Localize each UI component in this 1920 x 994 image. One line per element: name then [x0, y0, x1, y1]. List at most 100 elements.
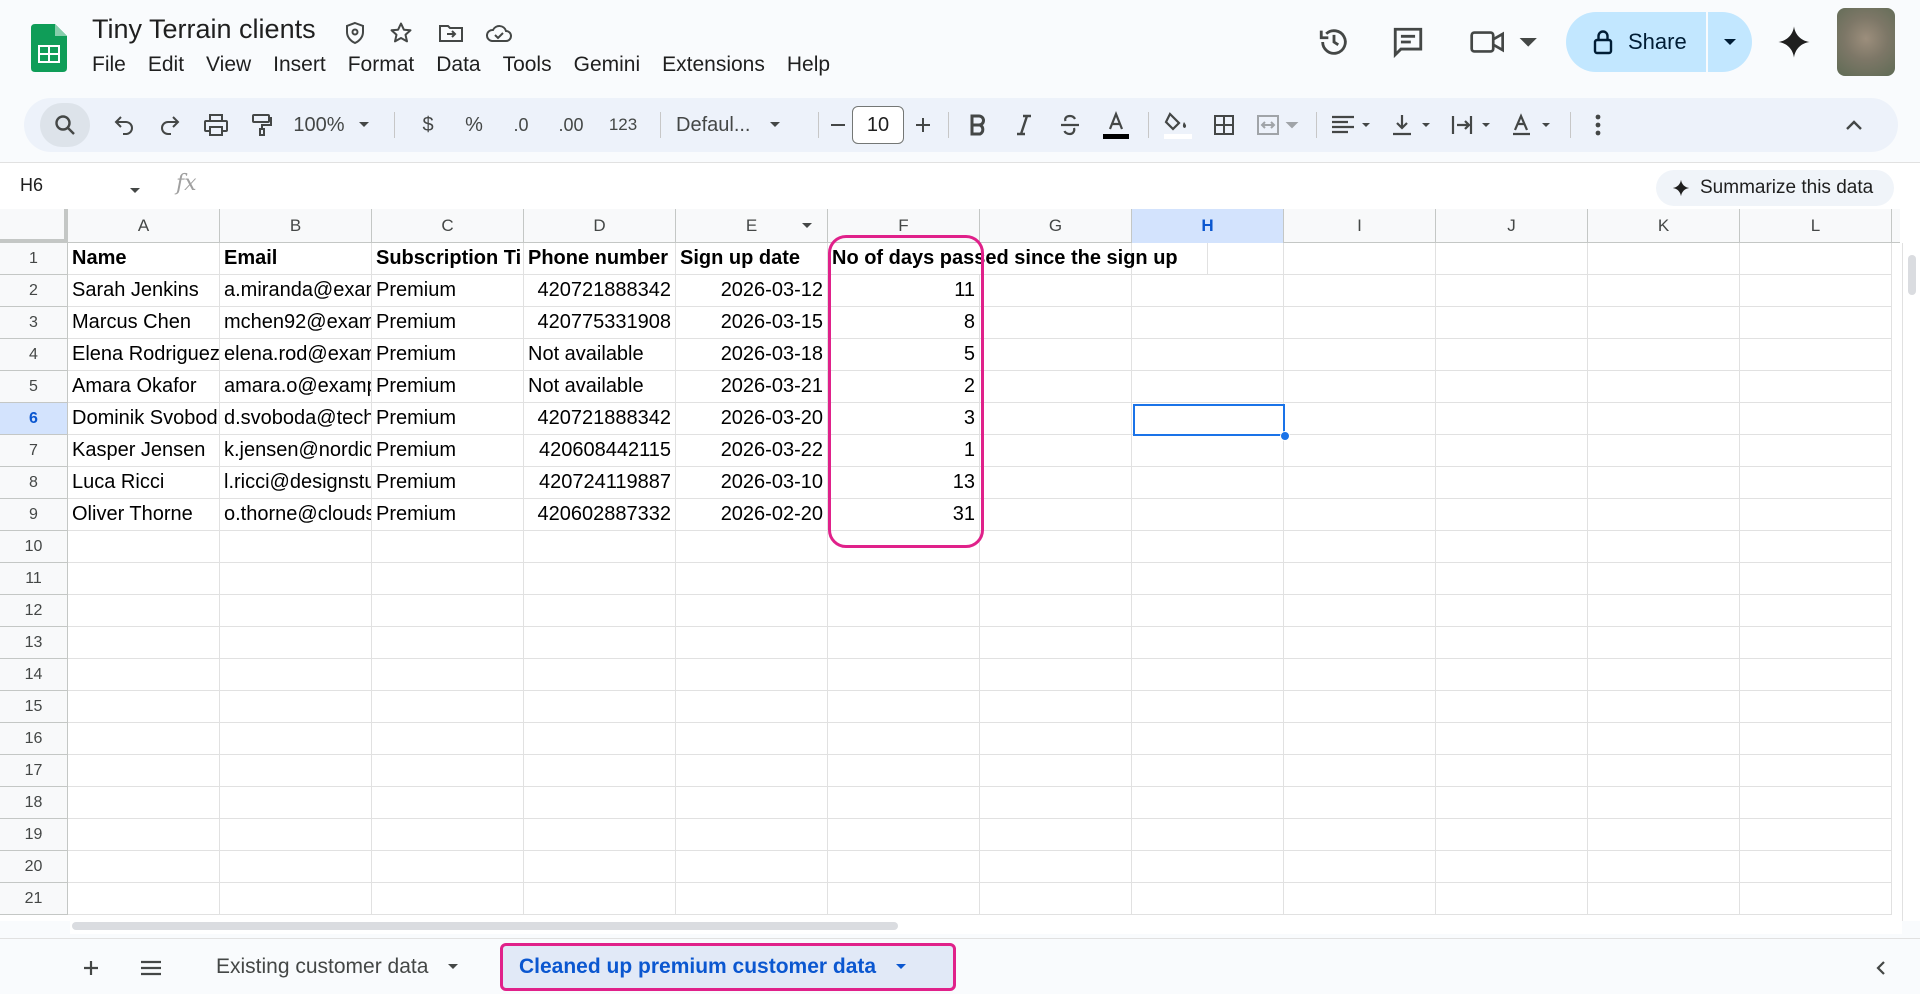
cell-j16[interactable]: [1436, 723, 1588, 755]
italic-icon[interactable]: [1002, 98, 1046, 152]
cell-d5[interactable]: Not available: [524, 371, 676, 403]
cell-b20[interactable]: [220, 851, 372, 883]
cell-a3[interactable]: Marcus Chen: [68, 307, 220, 339]
cell-d4[interactable]: Not available: [524, 339, 676, 371]
cell-i7[interactable]: [1284, 435, 1436, 467]
cell-c19[interactable]: [372, 819, 524, 851]
increase-font-size-icon[interactable]: [908, 98, 938, 152]
zoom-select[interactable]: 100%: [286, 98, 378, 152]
cell-l17[interactable]: [1740, 755, 1892, 787]
cell-h9[interactable]: [1132, 499, 1284, 531]
search-menus-icon[interactable]: [40, 103, 90, 147]
cell-l6[interactable]: [1740, 403, 1892, 435]
cell-f15[interactable]: [828, 691, 980, 723]
cell-a1[interactable]: Name: [68, 243, 220, 275]
cell-b4[interactable]: elena.rod@exam: [220, 339, 372, 371]
collapse-toolbar-icon[interactable]: [1834, 98, 1874, 152]
format-percent-button[interactable]: %: [452, 98, 496, 152]
row-header[interactable]: 20: [0, 851, 68, 883]
cell-d16[interactable]: [524, 723, 676, 755]
cell-l16[interactable]: [1740, 723, 1892, 755]
cell-a2[interactable]: Sarah Jenkins: [68, 275, 220, 307]
cell-g13[interactable]: [980, 627, 1132, 659]
filter-caret-icon[interactable]: [800, 221, 814, 231]
cell-b17[interactable]: [220, 755, 372, 787]
cell-a8[interactable]: Luca Ricci: [68, 467, 220, 499]
cell-d14[interactable]: [524, 659, 676, 691]
borders-icon[interactable]: [1202, 98, 1246, 152]
cell-g8[interactable]: [980, 467, 1132, 499]
cell-i5[interactable]: [1284, 371, 1436, 403]
summarize-data-button[interactable]: Summarize this data: [1656, 170, 1894, 206]
cell-k3[interactable]: [1588, 307, 1740, 339]
cell-f21[interactable]: [828, 883, 980, 915]
cell-i3[interactable]: [1284, 307, 1436, 339]
cell-a10[interactable]: [68, 531, 220, 563]
cell-c17[interactable]: [372, 755, 524, 787]
cell-c11[interactable]: [372, 563, 524, 595]
column-header-j[interactable]: J: [1436, 209, 1588, 243]
cell-l21[interactable]: [1740, 883, 1892, 915]
document-title[interactable]: Tiny Terrain clients: [92, 14, 316, 45]
cell-f5[interactable]: 2: [828, 371, 980, 403]
version-history-icon[interactable]: [1314, 22, 1354, 62]
cell-h10[interactable]: [1132, 531, 1284, 563]
cell-j8[interactable]: [1436, 467, 1588, 499]
cell-j18[interactable]: [1436, 787, 1588, 819]
cell-g10[interactable]: [980, 531, 1132, 563]
cell-k12[interactable]: [1588, 595, 1740, 627]
cloud-saved-icon[interactable]: [484, 18, 514, 48]
cell-j3[interactable]: [1436, 307, 1588, 339]
cell-h20[interactable]: [1132, 851, 1284, 883]
cell-d20[interactable]: [524, 851, 676, 883]
vertical-scrollbar[interactable]: [1902, 243, 1920, 921]
cell-h12[interactable]: [1132, 595, 1284, 627]
cell-e9[interactable]: 2026-02-20: [676, 499, 828, 531]
cell-c9[interactable]: Premium: [372, 499, 524, 531]
horizontal-scroll-thumb[interactable]: [72, 922, 898, 930]
cell-k9[interactable]: [1588, 499, 1740, 531]
cell-i2[interactable]: [1284, 275, 1436, 307]
horizontal-scrollbar[interactable]: [70, 918, 1902, 934]
menu-gemini[interactable]: Gemini: [574, 52, 641, 78]
cell-e10[interactable]: [676, 531, 828, 563]
cell-i16[interactable]: [1284, 723, 1436, 755]
cell-h16[interactable]: [1132, 723, 1284, 755]
row-header[interactable]: 15: [0, 691, 68, 723]
format-currency-button[interactable]: $: [406, 98, 450, 152]
row-header[interactable]: 16: [0, 723, 68, 755]
cell-b18[interactable]: [220, 787, 372, 819]
cell-l15[interactable]: [1740, 691, 1892, 723]
horizontal-align-icon[interactable]: [1324, 98, 1380, 152]
cell-b10[interactable]: [220, 531, 372, 563]
cell-e18[interactable]: [676, 787, 828, 819]
cell-f7[interactable]: 1: [828, 435, 980, 467]
font-size-input[interactable]: 10: [852, 106, 904, 144]
cell-h3[interactable]: [1132, 307, 1284, 339]
cell-h13[interactable]: [1132, 627, 1284, 659]
column-header-g[interactable]: G: [980, 209, 1132, 243]
cell-c18[interactable]: [372, 787, 524, 819]
cell-a4[interactable]: Elena Rodriguez: [68, 339, 220, 371]
cell-l2[interactable]: [1740, 275, 1892, 307]
cell-k19[interactable]: [1588, 819, 1740, 851]
cell-l13[interactable]: [1740, 627, 1892, 659]
text-wrapping-icon[interactable]: [1444, 98, 1500, 152]
bold-icon[interactable]: [956, 98, 1000, 152]
cell-f10[interactable]: [828, 531, 980, 563]
row-header[interactable]: 6: [0, 403, 68, 435]
menu-edit[interactable]: Edit: [148, 52, 184, 78]
cell-k10[interactable]: [1588, 531, 1740, 563]
cell-l1[interactable]: [1740, 243, 1892, 275]
row-header[interactable]: 12: [0, 595, 68, 627]
move-folder-icon[interactable]: [436, 18, 466, 48]
cell-e4[interactable]: 2026-03-18: [676, 339, 828, 371]
cell-e2[interactable]: 2026-03-12: [676, 275, 828, 307]
cell-i1[interactable]: [1284, 243, 1436, 275]
cell-l19[interactable]: [1740, 819, 1892, 851]
cell-g16[interactable]: [980, 723, 1132, 755]
cell-a18[interactable]: [68, 787, 220, 819]
menu-format[interactable]: Format: [348, 52, 415, 78]
cell-e7[interactable]: 2026-03-22: [676, 435, 828, 467]
cell-e15[interactable]: [676, 691, 828, 723]
